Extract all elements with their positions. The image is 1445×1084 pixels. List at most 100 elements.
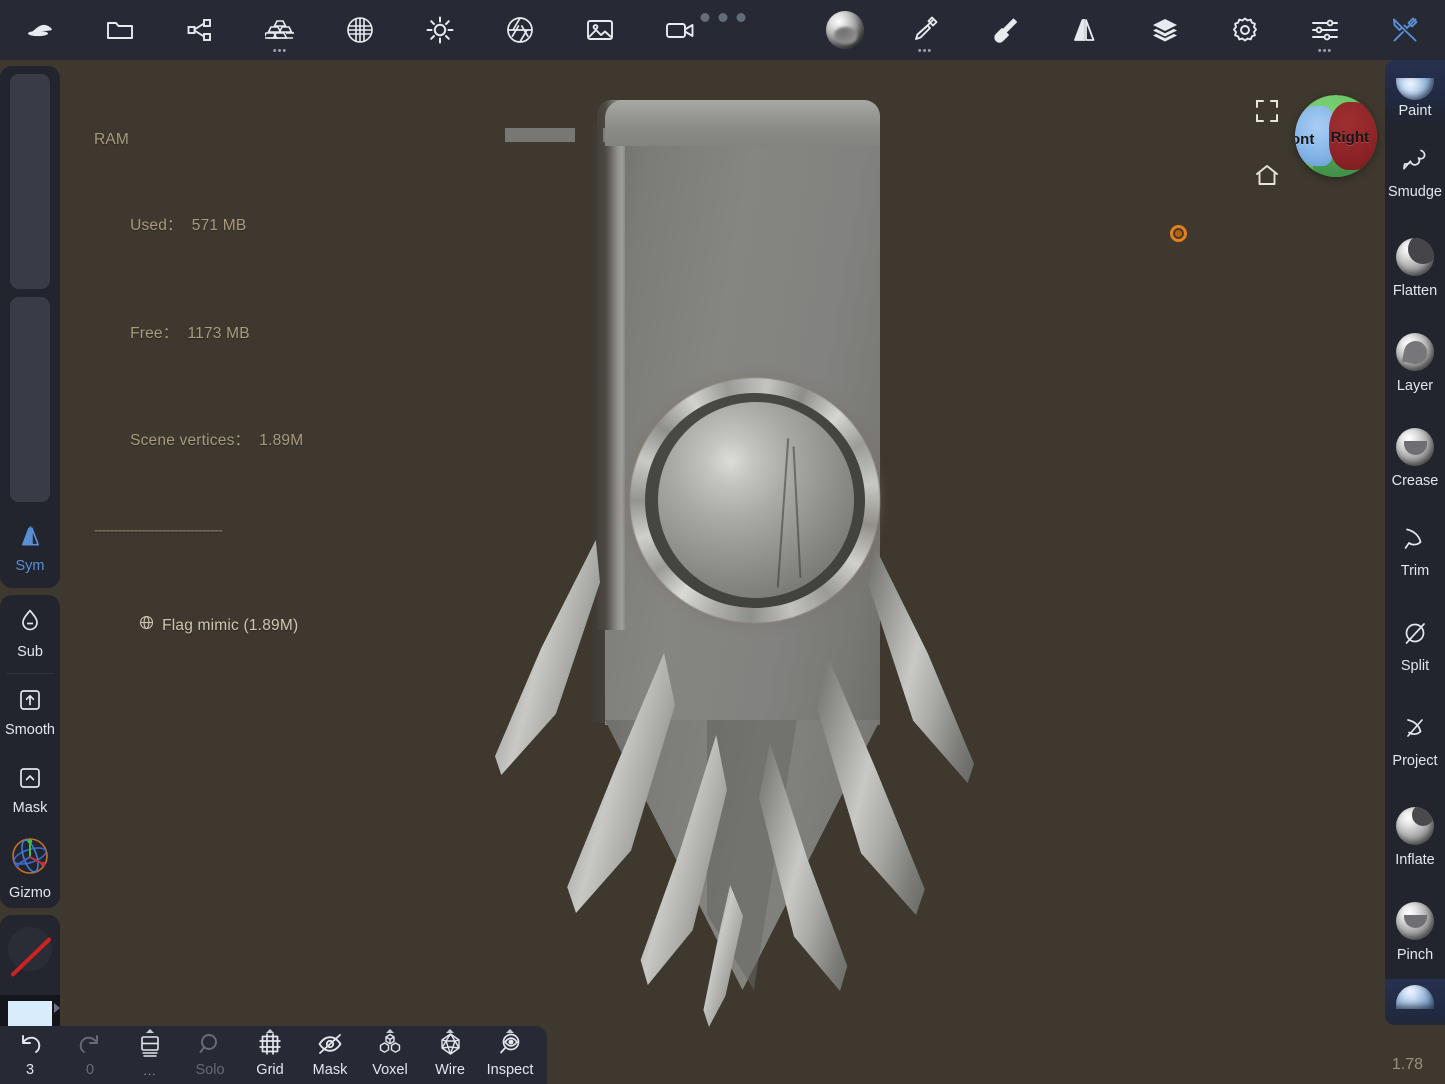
- sidebar-item-label-sub: Sub: [17, 644, 43, 661]
- home-icon[interactable]: [1254, 163, 1280, 192]
- inspect-tick-icon: [506, 1029, 514, 1033]
- brush-size-slider[interactable]: [10, 74, 50, 289]
- brush-paint[interactable]: Paint: [1385, 60, 1445, 126]
- droplet-minus-icon: [18, 608, 42, 638]
- viewport-3d[interactable]: RAM Used： 571 MB Free： 1173 MB Scene ver…: [0, 60, 1445, 1084]
- material-sphere-icon[interactable]: [805, 0, 885, 60]
- brush-layer[interactable]: Layer: [1385, 316, 1445, 411]
- brush-flatten[interactable]: Flatten: [1385, 221, 1445, 316]
- history-button[interactable]: ...: [120, 1026, 180, 1084]
- ram-free: Free： 1173 MB: [94, 301, 303, 366]
- brush-orb-layer-icon: [1396, 332, 1434, 371]
- mirror-icon[interactable]: [1045, 0, 1125, 60]
- color-swatch-panel: [0, 915, 60, 1039]
- brush-smudge[interactable]: Smudge: [1385, 126, 1445, 221]
- no-color-swatch[interactable]: [0, 915, 60, 995]
- voxel-tick-icon: [386, 1029, 394, 1033]
- mirror-icon: [18, 524, 43, 552]
- layers-icon[interactable]: [1125, 0, 1205, 60]
- object-name: Flag mimic (1.89M): [162, 617, 299, 634]
- redo-button[interactable]: 0: [60, 1026, 120, 1084]
- wire-button[interactable]: Wire: [420, 1026, 480, 1084]
- share-nodes-icon[interactable]: [160, 0, 240, 60]
- trim-icon: [1402, 526, 1428, 556]
- brush-orb-pinch-icon: [1396, 901, 1434, 940]
- ram-used-label: Used：: [130, 217, 183, 234]
- brush-project[interactable]: Project: [1385, 695, 1445, 790]
- brush-label-inflate: Inflate: [1395, 851, 1435, 868]
- brush-more-dots: •••: [917, 45, 933, 57]
- sliders-icon[interactable]: •••: [1285, 0, 1365, 60]
- stack-layers-icon[interactable]: •••: [240, 0, 320, 60]
- inspect-button[interactable]: Inspect: [480, 1026, 540, 1084]
- brush-next-partial[interactable]: [1385, 979, 1445, 1025]
- tools-icon[interactable]: [1365, 0, 1445, 60]
- viewcube-right-label: Right: [1330, 129, 1369, 147]
- brush-label-crease: Crease: [1391, 472, 1439, 489]
- split-icon: [1402, 621, 1428, 651]
- grid-frame-icon: [258, 1032, 282, 1060]
- redo-count: 0: [85, 1062, 95, 1079]
- viewport-nav-tools: [1254, 98, 1280, 192]
- eye-slash-icon: [317, 1032, 343, 1060]
- brush-pinch[interactable]: Pinch: [1385, 884, 1445, 979]
- grid-tick-icon: [266, 1029, 274, 1033]
- window-drag-handle[interactable]: [700, 13, 745, 22]
- brush-crease[interactable]: Crease: [1385, 410, 1445, 505]
- paint-bucket-icon[interactable]: [965, 0, 1045, 60]
- sculpt-modes-panel: Sub Smooth Mask Gizmo: [0, 595, 60, 908]
- sphere-grid-icon[interactable]: [320, 0, 400, 60]
- sidebar-item-gizmo[interactable]: Gizmo: [0, 830, 60, 908]
- inspect-eye-icon: [498, 1032, 523, 1060]
- mask-button[interactable]: Mask: [300, 1026, 360, 1084]
- stats-separator: --------------------------------: [94, 522, 223, 539]
- sidebar-item-mask[interactable]: Mask: [0, 752, 60, 830]
- scene-vertices-value: 1.89M: [259, 432, 304, 449]
- redo-arrow-icon: [77, 1032, 103, 1060]
- voxel-button[interactable]: Voxel: [360, 1026, 420, 1084]
- brush-intensity-slider[interactable]: [10, 297, 50, 502]
- video-camera-icon[interactable]: [640, 0, 720, 60]
- grid-label: Grid: [256, 1062, 284, 1079]
- project-icon: [1402, 716, 1428, 746]
- brush-label-flatten: Flatten: [1392, 282, 1438, 299]
- image-icon[interactable]: [560, 0, 640, 60]
- brush-orb-crease-icon: [1396, 427, 1434, 466]
- brush-sliders-panel: Sym: [0, 66, 60, 588]
- sidebar-item-label-sym: Sym: [15, 558, 45, 575]
- sun-light-icon[interactable]: [400, 0, 480, 60]
- bottom-toolbar: 3 0 ... Solo Grid Mask Voxel Wire Inspec…: [0, 1026, 547, 1084]
- pivot-marker[interactable]: [1170, 225, 1187, 242]
- axis-gizmo-icon: [11, 837, 49, 879]
- ram-used-value: 571 MB: [191, 217, 247, 234]
- view-orientation-cube[interactable]: ont Right: [1295, 95, 1377, 177]
- square-up-arrow-icon: [18, 688, 42, 716]
- fullscreen-icon[interactable]: [1254, 98, 1280, 129]
- sidebar-item-sym[interactable]: Sym: [0, 510, 60, 588]
- grid-button[interactable]: Grid: [240, 1026, 300, 1084]
- brush-split[interactable]: Split: [1385, 600, 1445, 695]
- gear-icon[interactable]: [1205, 0, 1285, 60]
- sidebar-item-smooth[interactable]: Smooth: [0, 674, 60, 752]
- brush-inflate[interactable]: Inflate: [1385, 790, 1445, 885]
- brush-label-project: Project: [1392, 752, 1438, 769]
- brush-trim[interactable]: Trim: [1385, 505, 1445, 600]
- brush-icon[interactable]: •••: [885, 0, 965, 60]
- sidebar-item-sub[interactable]: Sub: [0, 595, 60, 673]
- smudge-icon: [1401, 147, 1429, 177]
- wireframe-icon: [438, 1032, 463, 1060]
- brush-label-pinch: Pinch: [1396, 946, 1434, 963]
- app-logo-icon[interactable]: [0, 0, 80, 60]
- aperture-icon[interactable]: [480, 0, 560, 60]
- sidebar-item-label-mask: Mask: [12, 800, 48, 817]
- sidebar-item-label-gizmo: Gizmo: [9, 885, 51, 902]
- folder-icon[interactable]: [80, 0, 160, 60]
- object-list-item[interactable]: Flag mimic (1.89M): [94, 594, 303, 659]
- voxel-label: Voxel: [372, 1062, 408, 1079]
- swatch-expand-caret-icon[interactable]: [54, 1003, 60, 1013]
- undo-button[interactable]: 3: [0, 1026, 60, 1084]
- ram-used: Used： 571 MB: [94, 194, 303, 259]
- history-more-dots: ...: [143, 1063, 157, 1078]
- solo-label: Solo: [195, 1062, 225, 1079]
- solo-button[interactable]: Solo: [180, 1026, 240, 1084]
